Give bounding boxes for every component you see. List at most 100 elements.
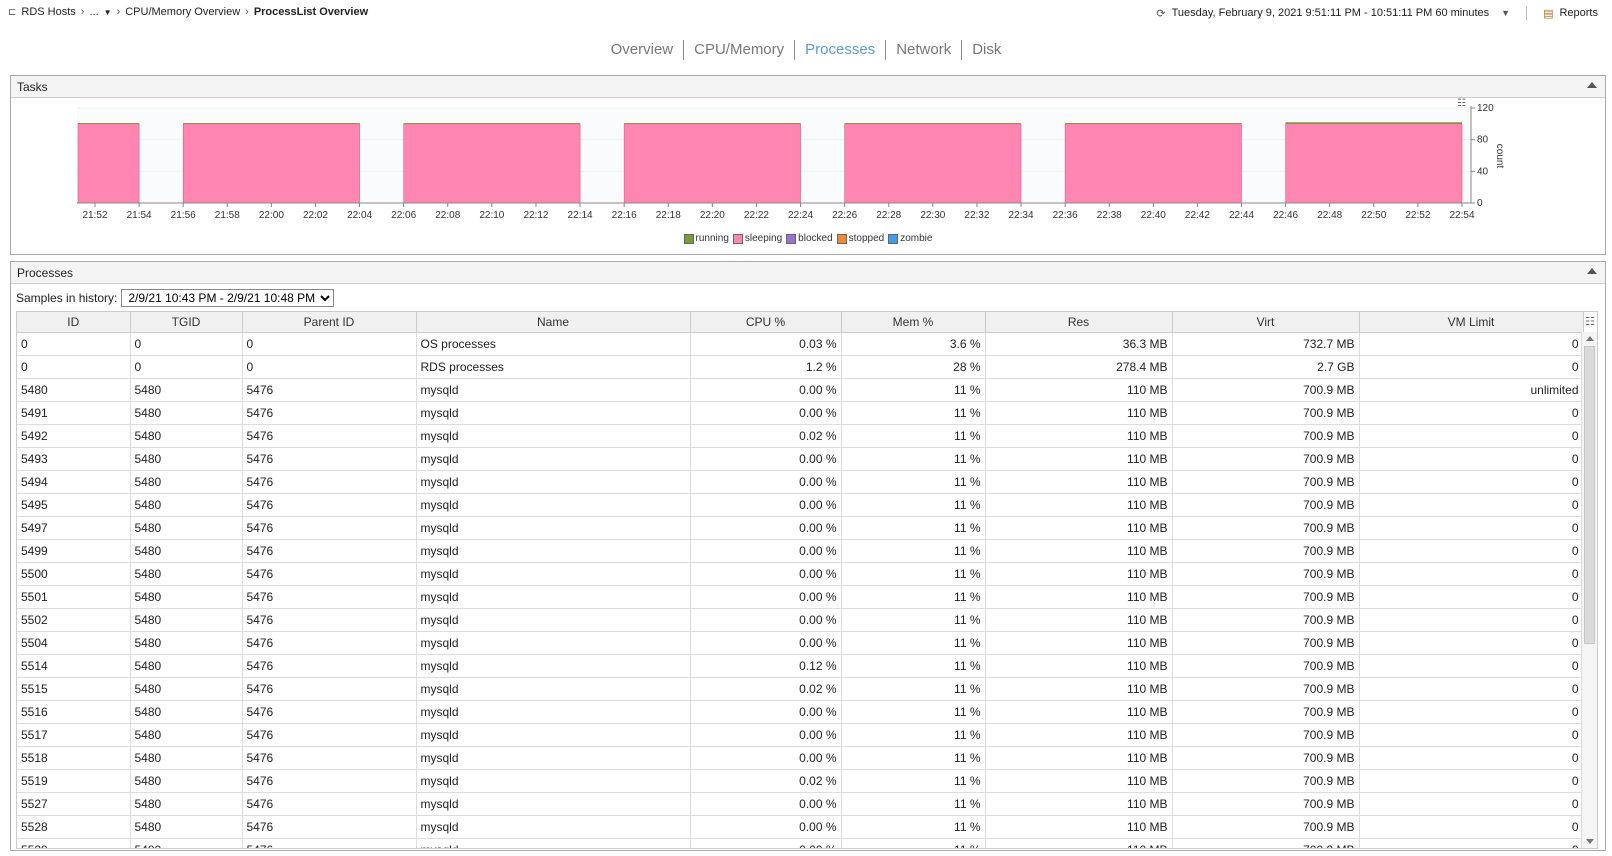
table-row[interactable]: 5491 5480 5476 mysqld 0.00 % 11 % 110 MB 700.9 … [17,401,1584,425]
table-cell: 5476 [242,585,417,609]
column-header[interactable]: TGID [130,312,243,333]
scrollbar-thumb[interactable] [1584,346,1595,644]
x-tick-label: 22:50 [1361,210,1386,221]
breadcrumb-parent[interactable]: CPU/Memory Overview [125,6,240,18]
collapse-icon[interactable] [1587,82,1597,88]
y-tick-label: 40 [1477,166,1489,177]
legend-label: stopped [848,233,885,244]
tab-network[interactable]: Network [886,41,961,58]
table-cell: 5476 [242,700,417,724]
processes-panel: Processes Samples in history: 2/9/21 10:… [10,261,1606,851]
table-cell: 5476 [242,424,417,448]
x-tick-label: 22:40 [1141,210,1166,221]
legend-item[interactable]: zombie [888,233,932,244]
breadcrumb-root[interactable]: RDS Hosts [21,6,75,18]
table-row[interactable]: 5492 5480 5476 mysqld 0.02 % 11 % 110 MB 700.9 … [17,424,1584,448]
x-tick-label: 22:04 [347,210,372,221]
table-cell: 11 % [841,815,986,839]
table-row[interactable]: 5480 5480 5476 mysqld 0.00 % 11 % 110 MB 700.9 … [17,378,1584,402]
tab-overview[interactable]: Overview [601,41,684,58]
chevron-down-icon[interactable]: ▼ [1501,8,1510,18]
table-cell: 5476 [242,677,417,701]
column-header[interactable]: Virt [1172,312,1360,333]
table-cell: 5495 [17,493,131,517]
table-cell: RDS processes [416,355,691,379]
column-header[interactable]: VM Limit [1359,312,1584,333]
breadcrumb-ellipsis[interactable]: ... [89,6,98,18]
samples-select[interactable]: 2/9/21 10:43 PM - 2/9/21 10:48 PM [121,289,335,307]
legend-swatch [888,233,899,244]
table-cell: 110 MB [985,447,1173,471]
table-cell: 5504 [17,631,131,655]
table-cell: 700.9 MB [1172,493,1360,517]
column-header[interactable]: ID [17,312,131,333]
table-row[interactable]: 0 0 0 RDS processes 1.2 % 28 % 278.4 MB 2.7 GB 0 [17,355,1584,379]
table-row[interactable]: 5500 5480 5476 mysqld 0.00 % 11 % 110 MB 700.9 … [17,562,1584,586]
column-header[interactable]: Res [985,312,1173,333]
tab-cpu-memory[interactable]: CPU/Memory [684,41,794,58]
table-cell: 0 [1359,700,1584,724]
table-cell: 5519 [17,769,131,793]
table-cell: 11 % [841,700,986,724]
vertical-scrollbar[interactable] [1581,332,1597,848]
column-header[interactable]: Mem % [841,312,986,333]
table-cell: 700.9 MB [1172,631,1360,655]
x-tick-label: 22:46 [1273,210,1298,221]
sleeping-area [182,123,360,204]
table-cell: 5476 [242,447,417,471]
legend-item[interactable]: blocked [786,233,833,244]
table-cell: 5493 [17,447,131,471]
table-row[interactable]: 5501 5480 5476 mysqld 0.00 % 11 % 110 MB 700.9 … [17,585,1584,609]
table-cell: 0.00 % [690,838,842,848]
table-cell: 700.9 MB [1172,723,1360,747]
scroll-up-icon[interactable] [1586,336,1594,341]
legend-label: running [695,233,729,244]
tasks-panel-title: Tasks [17,80,48,94]
table-cell: mysqld [416,470,691,494]
running-area [844,123,1022,124]
table-row[interactable]: 5514 5480 5476 mysqld 0.12 % 11 % 110 MB 700.9 … [17,654,1584,678]
processes-table-wrap: ID TGID Parent ID Name CPU % Mem % Res Virt VM L… [16,311,1598,849]
table-row[interactable]: 5493 5480 5476 mysqld 0.00 % 11 % 110 MB 700.9 … [17,447,1584,471]
table-row[interactable]: 5528 5480 5476 mysqld 0.00 % 11 % 110 MB 700.9 … [17,815,1584,839]
chevron-down-icon[interactable]: ▼ [104,8,112,17]
collapse-icon[interactable] [1587,268,1597,274]
reports-button[interactable]: Reports [1559,7,1598,19]
legend-item[interactable]: running [683,233,729,244]
table-row[interactable]: 5519 5480 5476 mysqld 0.02 % 11 % 110 MB 700.9 … [17,769,1584,793]
tab-processes[interactable]: Processes [795,41,885,58]
legend-swatch [732,233,743,244]
scroll-down-icon[interactable] [1586,839,1594,844]
table-cell: 0 [242,355,417,379]
column-menu-icon[interactable]: ☷ [1585,315,1595,328]
column-header[interactable]: Parent ID [242,312,417,333]
column-header[interactable]: CPU % [690,312,842,333]
table-cell: 0 [1359,447,1584,471]
table-cell: mysqld [416,608,691,632]
table-row[interactable]: 5515 5480 5476 mysqld 0.02 % 11 % 110 MB 700.9 … [17,677,1584,701]
time-range-text[interactable]: Tuesday, February 9, 2021 9:51:11 PM - 1… [1172,7,1490,19]
table-row[interactable]: 552954805476mysqld0.00 %11 %110 MB700.9 … [17,838,1584,848]
table-row[interactable]: 5518 5480 5476 mysqld 0.00 % 11 % 110 MB 700.9 … [17,746,1584,770]
table-cell: 110 MB [985,654,1173,678]
chevron-right-icon: › [245,6,249,18]
table-row[interactable]: 5495 5480 5476 mysqld 0.00 % 11 % 110 MB 700.9 … [17,493,1584,517]
legend-item[interactable]: stopped [836,233,885,244]
table-row[interactable]: 5516 5480 5476 mysqld 0.00 % 11 % 110 MB 700.9 … [17,700,1584,724]
table-row[interactable]: 5499 5480 5476 mysqld 0.00 % 11 % 110 MB 700.9 … [17,539,1584,563]
column-header[interactable]: Name [416,312,691,333]
reports-icon: ▤ [1543,7,1554,20]
table-cell: mysqld [416,631,691,655]
table-row[interactable]: 5517 5480 5476 mysqld 0.00 % 11 % 110 MB 700.9 … [17,723,1584,747]
table-row[interactable]: 5494 5480 5476 mysqld 0.00 % 11 % 110 MB 700.9 … [17,470,1584,494]
legend-item[interactable]: sleeping [732,233,782,244]
table-row[interactable]: 5504 5480 5476 mysqld 0.00 % 11 % 110 MB 700.9 … [17,631,1584,655]
view-tabs: Overview CPU/Memory Processes Network Disk [0,40,1612,60]
table-row[interactable]: 5527 5480 5476 mysqld 0.00 % 11 % 110 MB 700.9 … [17,792,1584,816]
chart-menu-icon[interactable]: ☷ [1457,98,1466,109]
table-row[interactable]: 0 0 0 OS processes 0.03 % 3.6 % 36.3 MB 732.7 M… [17,332,1584,356]
table-row[interactable]: 5502 5480 5476 mysqld 0.00 % 11 % 110 MB 700.9 … [17,608,1584,632]
tab-disk[interactable]: Disk [962,41,1011,58]
table-row[interactable]: 5497 5480 5476 mysqld 0.00 % 11 % 110 MB 700.9 … [17,516,1584,540]
legend-swatch [683,233,694,244]
